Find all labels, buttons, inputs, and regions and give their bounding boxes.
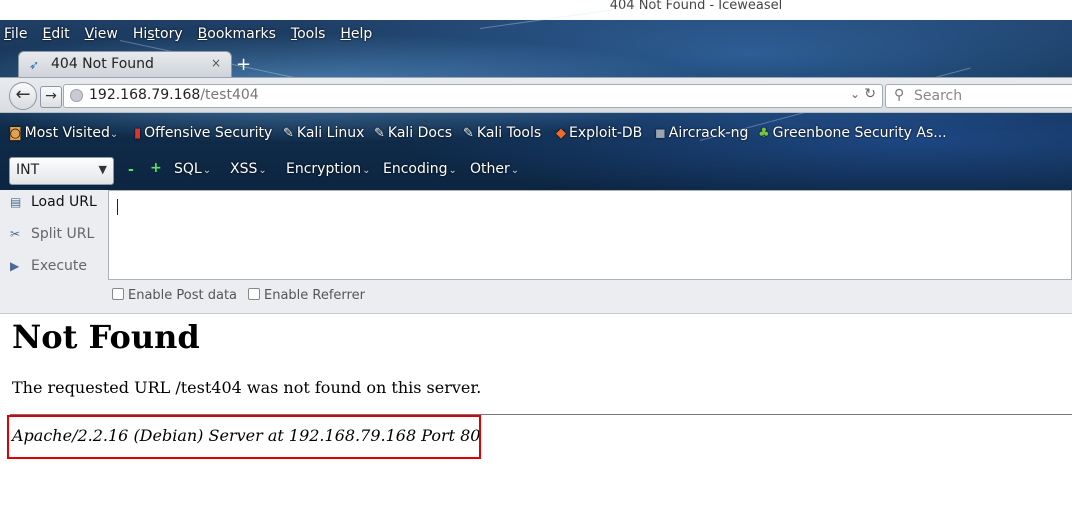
window-titlebar: 404 Not Found - Iceweasel [0,0,1072,21]
greenbone-icon: ♣ [758,126,770,141]
hackbar-menu-encryption[interactable]: Encryption⌄ [286,161,371,177]
url-text[interactable]: 192.168.79.168/test404 [89,87,259,103]
aircrack-icon: ◼ [655,126,666,141]
kali-dragon-icon: ✎ [374,126,385,141]
menu-file[interactable]: File [4,24,27,46]
exploit-db-icon: ◆ [556,126,566,141]
window-title: 404 Not Found - Iceweasel [609,0,783,13]
kali-dragon-icon: ✎ [463,126,474,141]
page-heading: Not Found [12,318,200,356]
url-bar[interactable]: 192.168.79.168/test404 ⌄ ↻ [63,84,883,108]
menu-bookmarks[interactable]: Bookmarks [198,24,276,46]
forward-button[interactable]: → [40,86,62,108]
hackbar-select-value: INT [16,162,40,178]
execute-button[interactable]: ▶ Execute [10,258,87,274]
chevron-down-icon[interactable]: ⌄ [850,87,860,101]
tab-close-icon[interactable]: × [211,56,221,70]
most-visited-icon: ◙ [9,126,22,141]
hackbar-type-select[interactable]: INT ▼ [9,157,114,185]
menu-bar: File Edit View History Bookmarks Tools H… [4,24,387,46]
menu-history[interactable]: History [133,24,183,46]
hackbar-menu-sql[interactable]: SQL⌄ [174,161,211,177]
bookmark-most-visited[interactable]: ◙ Most Visited⌄ [9,125,118,141]
not-found-message: The requested URL /test404 was not found… [12,378,482,397]
tab-404-not-found[interactable]: ➶ 404 Not Found × [18,51,232,78]
globe-icon [70,89,83,102]
checkbox-box[interactable] [248,288,260,300]
hackbar-toolbar: INT ▼ - + SQL⌄ XSS⌄ Encryption⌄ Encoding… [0,151,1072,189]
bookmarks-toolbar: ◙ Most Visited⌄ ▮ Offensive Security ✎ Kali… [0,120,1072,148]
checkbox-box[interactable] [112,288,124,300]
split-url-button[interactable]: ✂ Split URL [10,226,94,242]
bookmark-aircrack-ng[interactable]: ◼ Aircrack-ng [655,125,748,141]
bookmark-kali-tools[interactable]: ✎ Kali Tools [463,125,541,141]
play-icon: ▶ [10,259,20,273]
bookmark-kali-linux[interactable]: ✎ Kali Linux [283,125,364,141]
hackbar-url-textarea[interactable] [108,190,1072,280]
search-input[interactable]: ⚲ Search [885,84,1072,108]
browser-chrome: File Edit View History Bookmarks Tools H… [0,0,1072,190]
bookmark-offensive-security[interactable]: ▮ Offensive Security [134,125,272,141]
bookmark-exploit-db[interactable]: ◆ Exploit-DB [556,125,642,141]
hackbar-menu-encoding[interactable]: Encoding⌄ [383,161,457,177]
menu-edit[interactable]: Edit [42,24,69,46]
iceweasel-favicon-icon: ➶ [29,58,40,72]
hackbar-menu-other[interactable]: Other⌄ [470,161,519,177]
back-button[interactable]: ← [9,82,37,110]
chevron-down-icon: ▼ [98,163,107,176]
decrease-button[interactable]: - [128,162,134,178]
text-caret [117,199,118,215]
hackbar-panel: ▤ Load URL ✂ Split URL ▶ Execute Enable Pos… [0,190,1072,314]
enable-referrer-checkbox[interactable]: Enable Referrer [248,288,365,303]
bookmark-greenbone[interactable]: ♣ Greenbone Security As... [758,125,947,141]
enable-post-data-checkbox[interactable]: Enable Post data [112,288,237,303]
page-content: Not Found The requested URL /test404 was… [0,314,1072,509]
load-url-button[interactable]: ▤ Load URL [10,194,97,210]
reload-icon[interactable]: ↻ [864,86,876,102]
hackbar-side-buttons: ▤ Load URL ✂ Split URL ▶ Execute [0,190,108,313]
menu-help[interactable]: Help [340,24,372,46]
kali-dragon-icon: ✎ [283,126,294,141]
menu-tools[interactable]: Tools [291,24,326,46]
search-placeholder: Search [914,88,963,104]
tab-label: 404 Not Found [51,56,154,72]
load-icon: ▤ [10,195,22,209]
search-icon: ⚲ [894,87,905,103]
hackbar-menu-xss[interactable]: XSS⌄ [230,161,267,177]
increase-button[interactable]: + [150,160,162,176]
scissors-icon: ✂ [10,227,21,241]
navigation-bar: ← → 192.168.79.168/test404 ⌄ ↻ ⚲ Search [0,77,1072,113]
new-tab-button[interactable]: + [236,56,251,74]
bookmark-kali-docs[interactable]: ✎ Kali Docs [374,125,452,141]
menu-view[interactable]: View [85,24,118,46]
highlight-box [7,415,481,459]
offensive-security-icon: ▮ [134,126,142,141]
